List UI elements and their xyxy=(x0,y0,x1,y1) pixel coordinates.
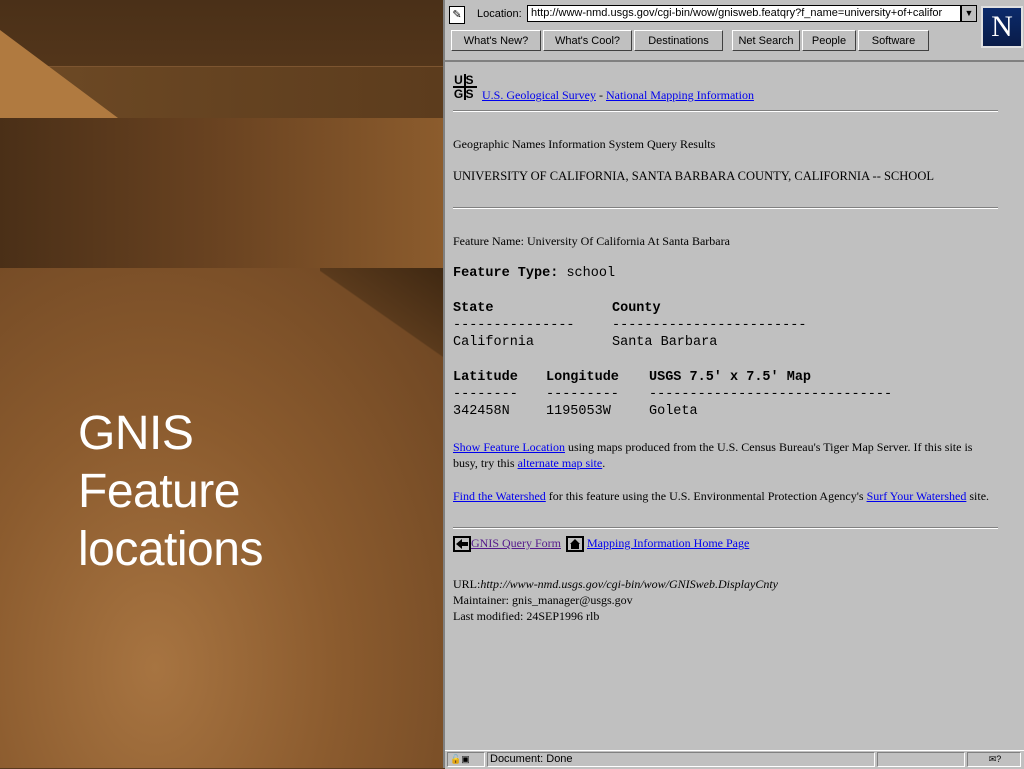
feature-type-label: Feature Type: xyxy=(453,266,559,281)
feature-name: Feature Name: University Of California A… xyxy=(453,234,730,249)
map-value: Goleta xyxy=(649,404,698,419)
state-header: State xyxy=(453,301,494,316)
usgs-link[interactable]: U.S. Geological Survey xyxy=(482,88,596,102)
back-arrow-icon[interactable] xyxy=(453,536,471,552)
header-separator: - xyxy=(598,88,603,102)
national-mapping-link[interactable]: National Mapping Information xyxy=(606,88,754,102)
usgs-logo-icon: US GS xyxy=(453,74,479,100)
slide-title: GNIS Feature locations xyxy=(78,405,263,579)
feature-name-label: Feature Name: xyxy=(453,234,527,248)
usgs-logo-letter: U xyxy=(454,73,463,87)
footer-url: URL:http://www-nmd.usgs.gov/cgi-bin/wow/… xyxy=(453,576,778,592)
find-watershed-link[interactable]: Find the Watershed xyxy=(453,489,546,503)
feature-type-value: school xyxy=(566,266,616,281)
county-header: County xyxy=(612,301,661,316)
people-button[interactable]: People xyxy=(802,30,856,51)
page-footer: URL:http://www-nmd.usgs.gov/cgi-bin/wow/… xyxy=(453,576,778,624)
net-search-button[interactable]: Net Search xyxy=(732,30,800,51)
county-rule: ------------------------ xyxy=(612,318,807,333)
footer-url-label: URL: xyxy=(453,577,481,591)
chevron-down-icon[interactable]: ▼ xyxy=(961,5,977,22)
slide-triangle-accent xyxy=(0,30,118,118)
browser-window: ✎ Location: http://www-nmd.usgs.gov/cgi-… xyxy=(443,0,1024,769)
progress-cell xyxy=(877,752,965,767)
query-line: UNIVERSITY OF CALIFORNIA, SANTA BARBARA … xyxy=(453,169,934,183)
slide-title-line: GNIS xyxy=(78,407,194,460)
slide-background: GNIS Feature locations xyxy=(0,0,443,768)
latitude-rule: -------- xyxy=(453,387,518,402)
software-button[interactable]: Software xyxy=(858,30,929,51)
gnis-query-form-link[interactable]: GNIS Query Form xyxy=(471,536,561,550)
alt-map-end: . xyxy=(602,456,606,470)
surf-your-watershed-link[interactable]: Surf Your Watershed xyxy=(867,489,967,503)
page-content: US GS U.S. Geological Survey - National … xyxy=(445,60,1024,748)
slide-band-middle xyxy=(0,118,443,268)
location-label: Location: xyxy=(477,8,522,20)
bookmark-icon[interactable]: ✎ xyxy=(449,6,465,24)
netscape-logo-icon[interactable]: N xyxy=(981,6,1023,48)
watershed-text: for this feature using the U.S. Environm… xyxy=(545,489,867,503)
state-value: California xyxy=(453,335,535,350)
alternate-map-link[interactable]: alternate map site xyxy=(518,456,603,470)
longitude-rule: --------- xyxy=(546,387,619,402)
divider xyxy=(453,527,998,529)
slide-title-line: Feature xyxy=(78,465,240,518)
map-rule: ------------------------------ xyxy=(649,387,893,402)
latitude-value: 342458N xyxy=(453,404,510,419)
state-rule: --------------- xyxy=(453,318,575,333)
header-links: U.S. Geological Survey - National Mappin… xyxy=(482,88,754,103)
slide-diagonal-accent xyxy=(320,268,443,358)
home-icon[interactable] xyxy=(566,536,584,552)
whats-new-button[interactable]: What's New? xyxy=(451,30,541,51)
whats-cool-button[interactable]: What's Cool? xyxy=(543,30,632,51)
slide-title-line: locations xyxy=(78,523,263,576)
county-value: Santa Barbara xyxy=(612,335,718,350)
location-toolbar: ✎ Location: http://www-nmd.usgs.gov/cgi-… xyxy=(445,0,1024,28)
feature-location-paragraph: Show Feature Location using maps produce… xyxy=(453,439,998,471)
divider xyxy=(453,110,998,112)
results-heading: Geographic Names Information System Quer… xyxy=(453,137,716,151)
destinations-button[interactable]: Destinations xyxy=(634,30,723,51)
status-text: Document: Done xyxy=(487,752,875,767)
map-header: USGS 7.5' x 7.5' Map xyxy=(649,370,812,385)
watershed-paragraph: Find the Watershed for this feature usin… xyxy=(453,488,998,504)
longitude-header: Longitude xyxy=(546,370,619,385)
feature-name-value: University Of California At Santa Barbar… xyxy=(526,234,730,248)
surf-end: site. xyxy=(966,489,990,503)
usgs-logo-letter: G xyxy=(453,87,464,101)
footer-nav: GNIS Query Form Mapping Information Home… xyxy=(453,536,749,552)
mail-icon[interactable]: ✉? xyxy=(967,752,1021,767)
footer-url-value: http://www-nmd.usgs.gov/cgi-bin/wow/GNIS… xyxy=(480,577,779,591)
footer-last-modified: Last modified: 24SEP1996 rlb xyxy=(453,609,600,623)
footer-maintainer: Maintainer: gnis_manager@usgs.gov xyxy=(453,593,633,607)
mapping-home-link[interactable]: Mapping Information Home Page xyxy=(587,536,749,550)
location-input[interactable]: http://www-nmd.usgs.gov/cgi-bin/wow/gnis… xyxy=(527,5,961,22)
feature-type: Feature Type: school xyxy=(453,266,615,281)
divider xyxy=(453,207,998,209)
latitude-header: Latitude xyxy=(453,370,518,385)
show-feature-location-link[interactable]: Show Feature Location xyxy=(453,440,565,454)
security-icon[interactable]: 🔓▣ xyxy=(447,752,485,767)
longitude-value: 1195053W xyxy=(546,404,611,419)
status-bar: 🔓▣ Document: Done ✉? xyxy=(445,750,1024,769)
